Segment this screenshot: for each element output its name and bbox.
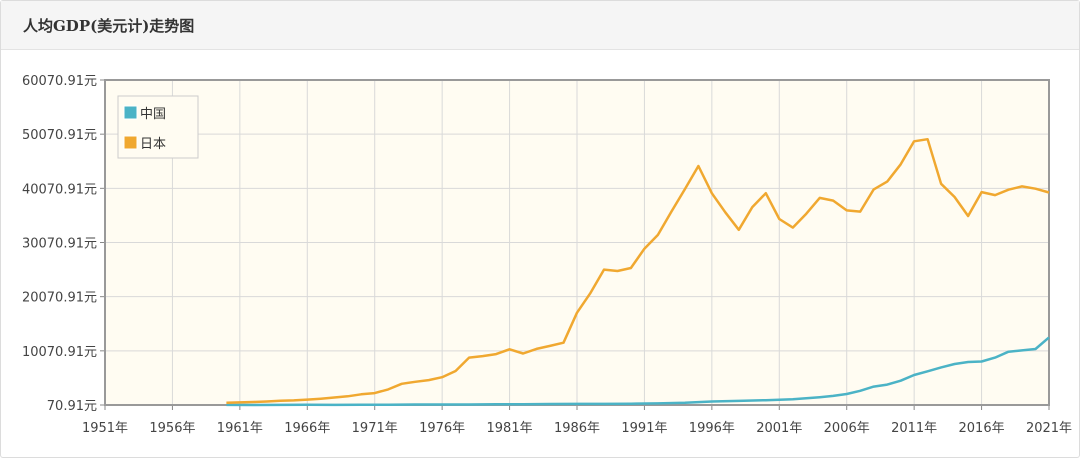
line-chart: 1951年 1956年 1961年 1966年 1971年 1976年 1981年 1986年… [22, 74, 1072, 436]
x-tick-label: 1996年 [689, 421, 735, 436]
y-tick-label: 70.91元 [47, 399, 97, 414]
legend-swatch [123, 105, 138, 120]
x-tick-label: 1961年 [217, 421, 263, 436]
x-tick-label: 1991年 [621, 421, 667, 436]
legend-swatch [123, 135, 138, 150]
legend-label: 日本 [140, 137, 166, 152]
x-tick-label: 2006年 [824, 421, 870, 436]
x-tick-label: 1956年 [149, 421, 195, 436]
y-tick-label: 50070.91元 [22, 128, 97, 143]
x-tick-label: 1951年 [82, 421, 128, 436]
x-tick-label: 2021年 [1026, 421, 1072, 436]
y-tick-label: 40070.91元 [22, 182, 97, 197]
y-tick-label: 10070.91元 [22, 345, 97, 360]
x-tick-label: 1966年 [284, 421, 330, 436]
x-tick-label: 2016年 [959, 421, 1005, 436]
y-tick-label: 30070.91元 [22, 237, 97, 252]
x-tick-label: 1981年 [487, 421, 533, 436]
x-tick-label: 2011年 [891, 421, 937, 436]
y-tick-label: 60070.91元 [22, 74, 97, 89]
x-tick-label: 1976年 [419, 421, 465, 436]
y-tick-label: 20070.91元 [22, 291, 97, 306]
x-tick-label: 1986年 [554, 421, 600, 436]
x-tick-label: 2001年 [756, 421, 802, 436]
x-tick-label: 1971年 [352, 421, 398, 436]
legend-label: 中国 [140, 107, 166, 122]
